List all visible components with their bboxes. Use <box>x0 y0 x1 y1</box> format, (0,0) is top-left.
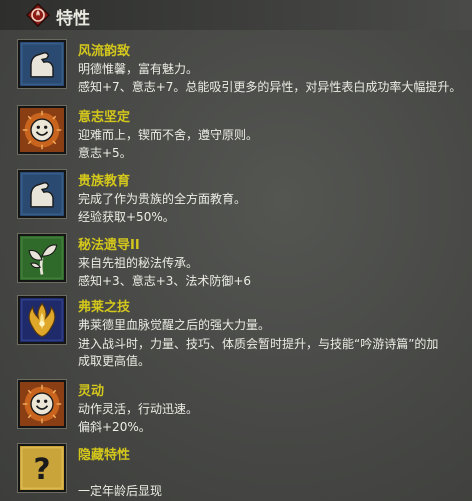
trait-name: 贵族教育 <box>78 174 131 189</box>
trait-description: 迎难而上，锲而不舍，遵守原则。 <box>78 128 259 142</box>
panel-title: 特性 <box>56 9 90 29</box>
traits-panel: 特性 风流韵致 明德惟馨，富有魅力。 感知+7、意志+7。总能吸引更多的异性，对… <box>0 0 472 501</box>
trait-description: 一定年龄后显现 <box>78 484 163 498</box>
sprout-icon <box>18 234 66 282</box>
trait-effect: 感知+3、意志+3、法术防御+6 <box>78 274 252 288</box>
trait-effect: 偏斜+20%。 <box>78 420 151 434</box>
trait-name: 意志坚定 <box>78 110 131 125</box>
red-diamond-badge-icon <box>26 3 50 27</box>
trait-description: 来自先祖的秘法传承。 <box>78 256 199 270</box>
trait-description: 弗莱德里血脉觉醒之后的强大力量。 <box>78 318 271 332</box>
trait-effect: 感知+7、意志+7。总能吸引更多的异性，对异性表白成功率大幅提升。 <box>78 80 462 94</box>
svg-text:?: ? <box>33 452 50 486</box>
golden-flame-crest-icon <box>18 296 66 344</box>
panel-header: 特性 <box>0 0 472 30</box>
question-mark-icon: ? <box>18 444 66 492</box>
trait-name: 灵动 <box>78 384 105 399</box>
trait-name: 弗莱之技 <box>78 300 131 315</box>
trait-effect: 经验获取+50%。 <box>78 210 175 224</box>
trait-description: 完成了作为贵族的全方面教育。 <box>78 192 247 206</box>
smiley-face-icon <box>18 380 66 428</box>
trait-name: 风流韵致 <box>78 44 131 59</box>
trait-name: 隐藏特性 <box>78 448 131 463</box>
flexed-arm-icon <box>18 40 66 88</box>
smiley-face-icon <box>18 106 66 154</box>
trait-description: 明德惟馨，富有魅力。 <box>78 62 199 76</box>
trait-effect: 意志+5。 <box>78 146 132 160</box>
flexed-arm-icon <box>18 170 66 218</box>
trait-description: 动作灵活，行动迅速。 <box>78 402 199 416</box>
trait-effect: 成取更高值。 <box>78 354 151 368</box>
trait-name: 秘法遗导II <box>78 238 140 253</box>
trait-effect: 进入战斗时，力量、技巧、体质会暂时提升，与技能“吟游诗篇”的加 <box>78 337 439 351</box>
